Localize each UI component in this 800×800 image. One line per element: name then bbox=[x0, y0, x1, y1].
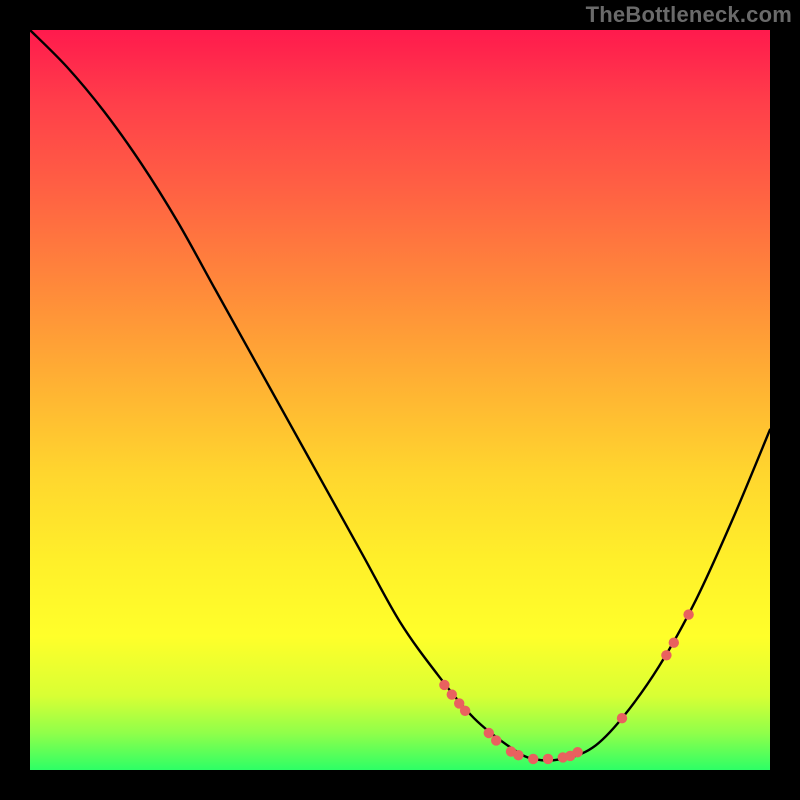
curve-marker bbox=[439, 680, 449, 690]
curve-markers bbox=[439, 609, 694, 764]
curve-marker bbox=[528, 754, 538, 764]
curve-line bbox=[30, 30, 770, 760]
curve-marker bbox=[491, 735, 501, 745]
curve-marker bbox=[669, 638, 679, 648]
curve-svg bbox=[30, 30, 770, 770]
curve-marker bbox=[447, 689, 457, 699]
plot-area bbox=[30, 30, 770, 770]
curve-marker bbox=[661, 650, 671, 660]
curve-marker bbox=[460, 706, 470, 716]
curve-marker bbox=[543, 754, 553, 764]
chart-container: TheBottleneck.com bbox=[0, 0, 800, 800]
curve-marker bbox=[572, 747, 582, 757]
curve-marker bbox=[683, 609, 693, 619]
watermark-text: TheBottleneck.com bbox=[586, 2, 792, 28]
curve-marker bbox=[513, 750, 523, 760]
curve-marker bbox=[484, 728, 494, 738]
curve-marker bbox=[617, 713, 627, 723]
